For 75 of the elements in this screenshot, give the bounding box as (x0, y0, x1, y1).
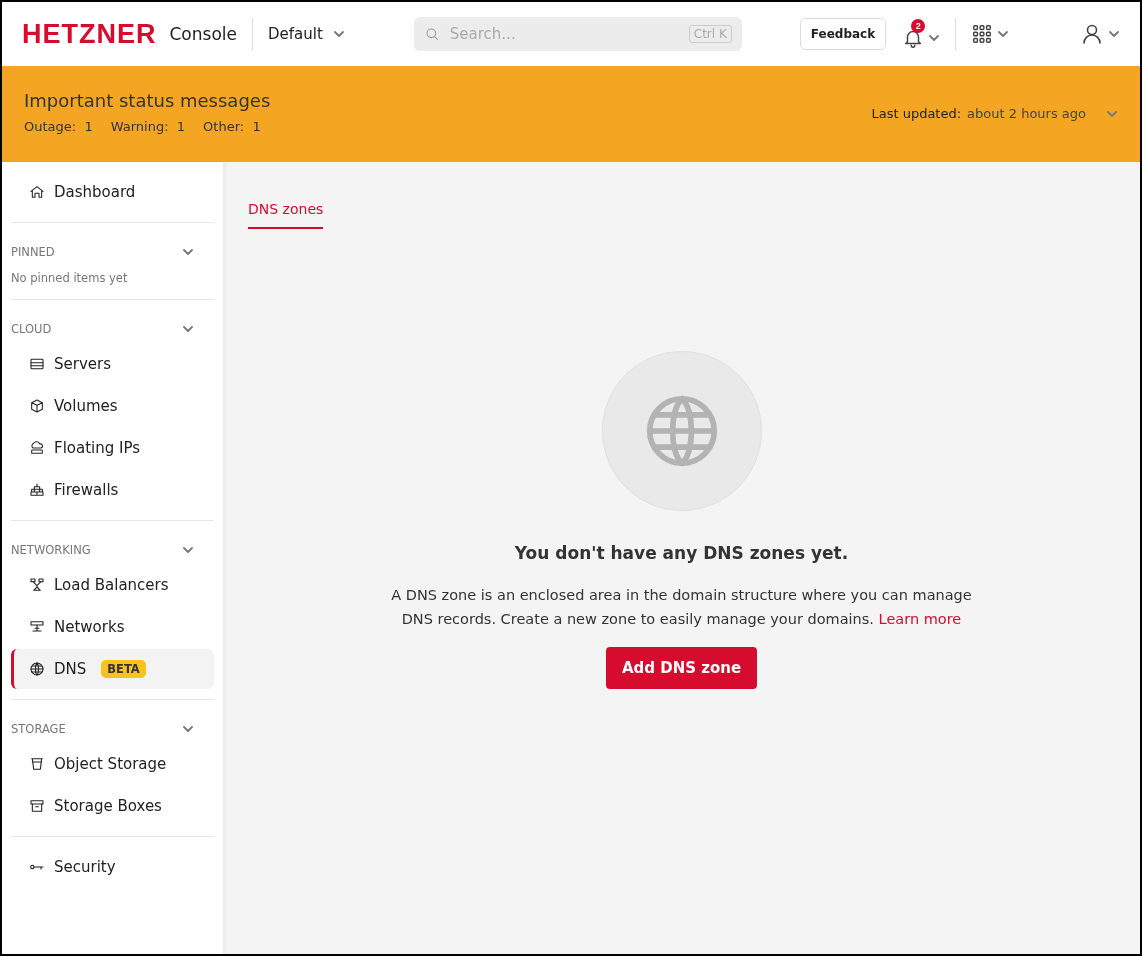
search-input[interactable]: Search... (447, 24, 681, 44)
item-label: Floating IPs (54, 439, 141, 457)
section-header[interactable]: STORAGE (11, 708, 214, 742)
apps-button[interactable] (971, 23, 1010, 45)
sidebar-item[interactable]: Firewalls (11, 470, 214, 510)
logo[interactable]: HETZNER (22, 18, 157, 50)
sidebar-item[interactable]: DNS BETA (11, 649, 214, 689)
project-dropdown[interactable]: Default (253, 25, 360, 43)
sidebar-item[interactable]: Object Storage (11, 744, 214, 784)
item-label: Load Balancers (54, 576, 169, 594)
sidebar-item[interactable]: Servers (11, 344, 214, 384)
network-icon (29, 619, 45, 635)
notifications-button[interactable]: 2 (902, 19, 941, 49)
item-label: Networks (54, 618, 125, 636)
globe-icon (29, 661, 45, 677)
chevron-icon (182, 546, 194, 554)
section-title: PINNED (11, 245, 55, 259)
cloud-stack-icon (29, 440, 45, 456)
feedback-button[interactable]: Feedback (799, 18, 887, 50)
account-button[interactable] (1080, 22, 1120, 46)
beta-badge: BETA (101, 660, 146, 678)
chevron-icon (997, 30, 1010, 38)
status-count: Warning: 1 (110, 119, 186, 134)
sidebar-item[interactable]: Security (11, 847, 214, 887)
chevron-icon (928, 34, 941, 42)
search-icon (423, 26, 440, 42)
item-label: Dashboard (54, 183, 136, 201)
section-title: STORAGE (11, 722, 66, 736)
notification-count: 2 (911, 19, 926, 33)
sidebar-item[interactable]: Storage Boxes (11, 786, 214, 826)
status-count: Other: 1 (203, 119, 261, 134)
sidebar-item[interactable]: Load Balancers (11, 565, 214, 605)
sidebar-item[interactable]: Floating IPs (11, 428, 214, 468)
server-icon (29, 356, 45, 372)
sidebar-item[interactable]: Volumes (11, 386, 214, 426)
chevron-icon (182, 725, 194, 733)
load-balancer-icon (29, 577, 45, 593)
tab[interactable]: DNS zones (248, 200, 324, 229)
bucket-icon (29, 756, 45, 772)
sidebar-item[interactable]: Networks (11, 607, 214, 647)
archive-box-icon (29, 798, 45, 814)
item-label: Object Storage (54, 755, 167, 773)
section-header[interactable]: NETWORKING (11, 529, 214, 563)
item-label: Storage Boxes (54, 797, 162, 815)
section-header[interactable]: CLOUD (11, 308, 214, 342)
status-count: Outage: 1 (24, 119, 93, 134)
item-label: DNS (54, 660, 87, 678)
empty-description: A DNS zone is an enclosed area in the domain structure where you can manage DNS records. Create a new zone to easily manage your domains. Learn more (390, 586, 973, 629)
last-updated-time: about 2 hours ago (967, 106, 1086, 121)
last-updated-label: Last updated: (871, 106, 962, 121)
brick-wall-icon (29, 482, 45, 498)
cube-icon (29, 398, 45, 414)
banner-title: Important status messages (24, 90, 271, 111)
user-icon (1080, 22, 1104, 46)
item-label: Firewalls (54, 481, 119, 499)
section-header[interactable]: PINNED (11, 231, 214, 265)
chevron-icon (1106, 109, 1118, 118)
item-label: Servers (54, 355, 111, 373)
home-icon (29, 184, 45, 200)
section-title: NETWORKING (11, 543, 91, 557)
product-name: Console (169, 18, 253, 50)
add-dns-zone-button[interactable]: Add DNS zone (605, 647, 758, 689)
item-label: Security (54, 858, 116, 876)
empty-text: No pinned items yet (11, 270, 129, 287)
section-title: CLOUD (11, 322, 52, 336)
item-label: Volumes (54, 397, 118, 415)
chevron-icon (182, 248, 194, 256)
chevron-icon (332, 30, 345, 38)
shortcut-hint: Ctrl K (688, 25, 732, 43)
empty-title: You don't have any DNS zones yet. (514, 543, 849, 563)
chevron-icon (1108, 30, 1120, 38)
chevron-icon (182, 325, 194, 333)
grid-icon (971, 23, 994, 45)
learn-more-link[interactable]: Learn more (878, 611, 962, 627)
sidebar-item[interactable]: Dashboard (11, 172, 214, 212)
